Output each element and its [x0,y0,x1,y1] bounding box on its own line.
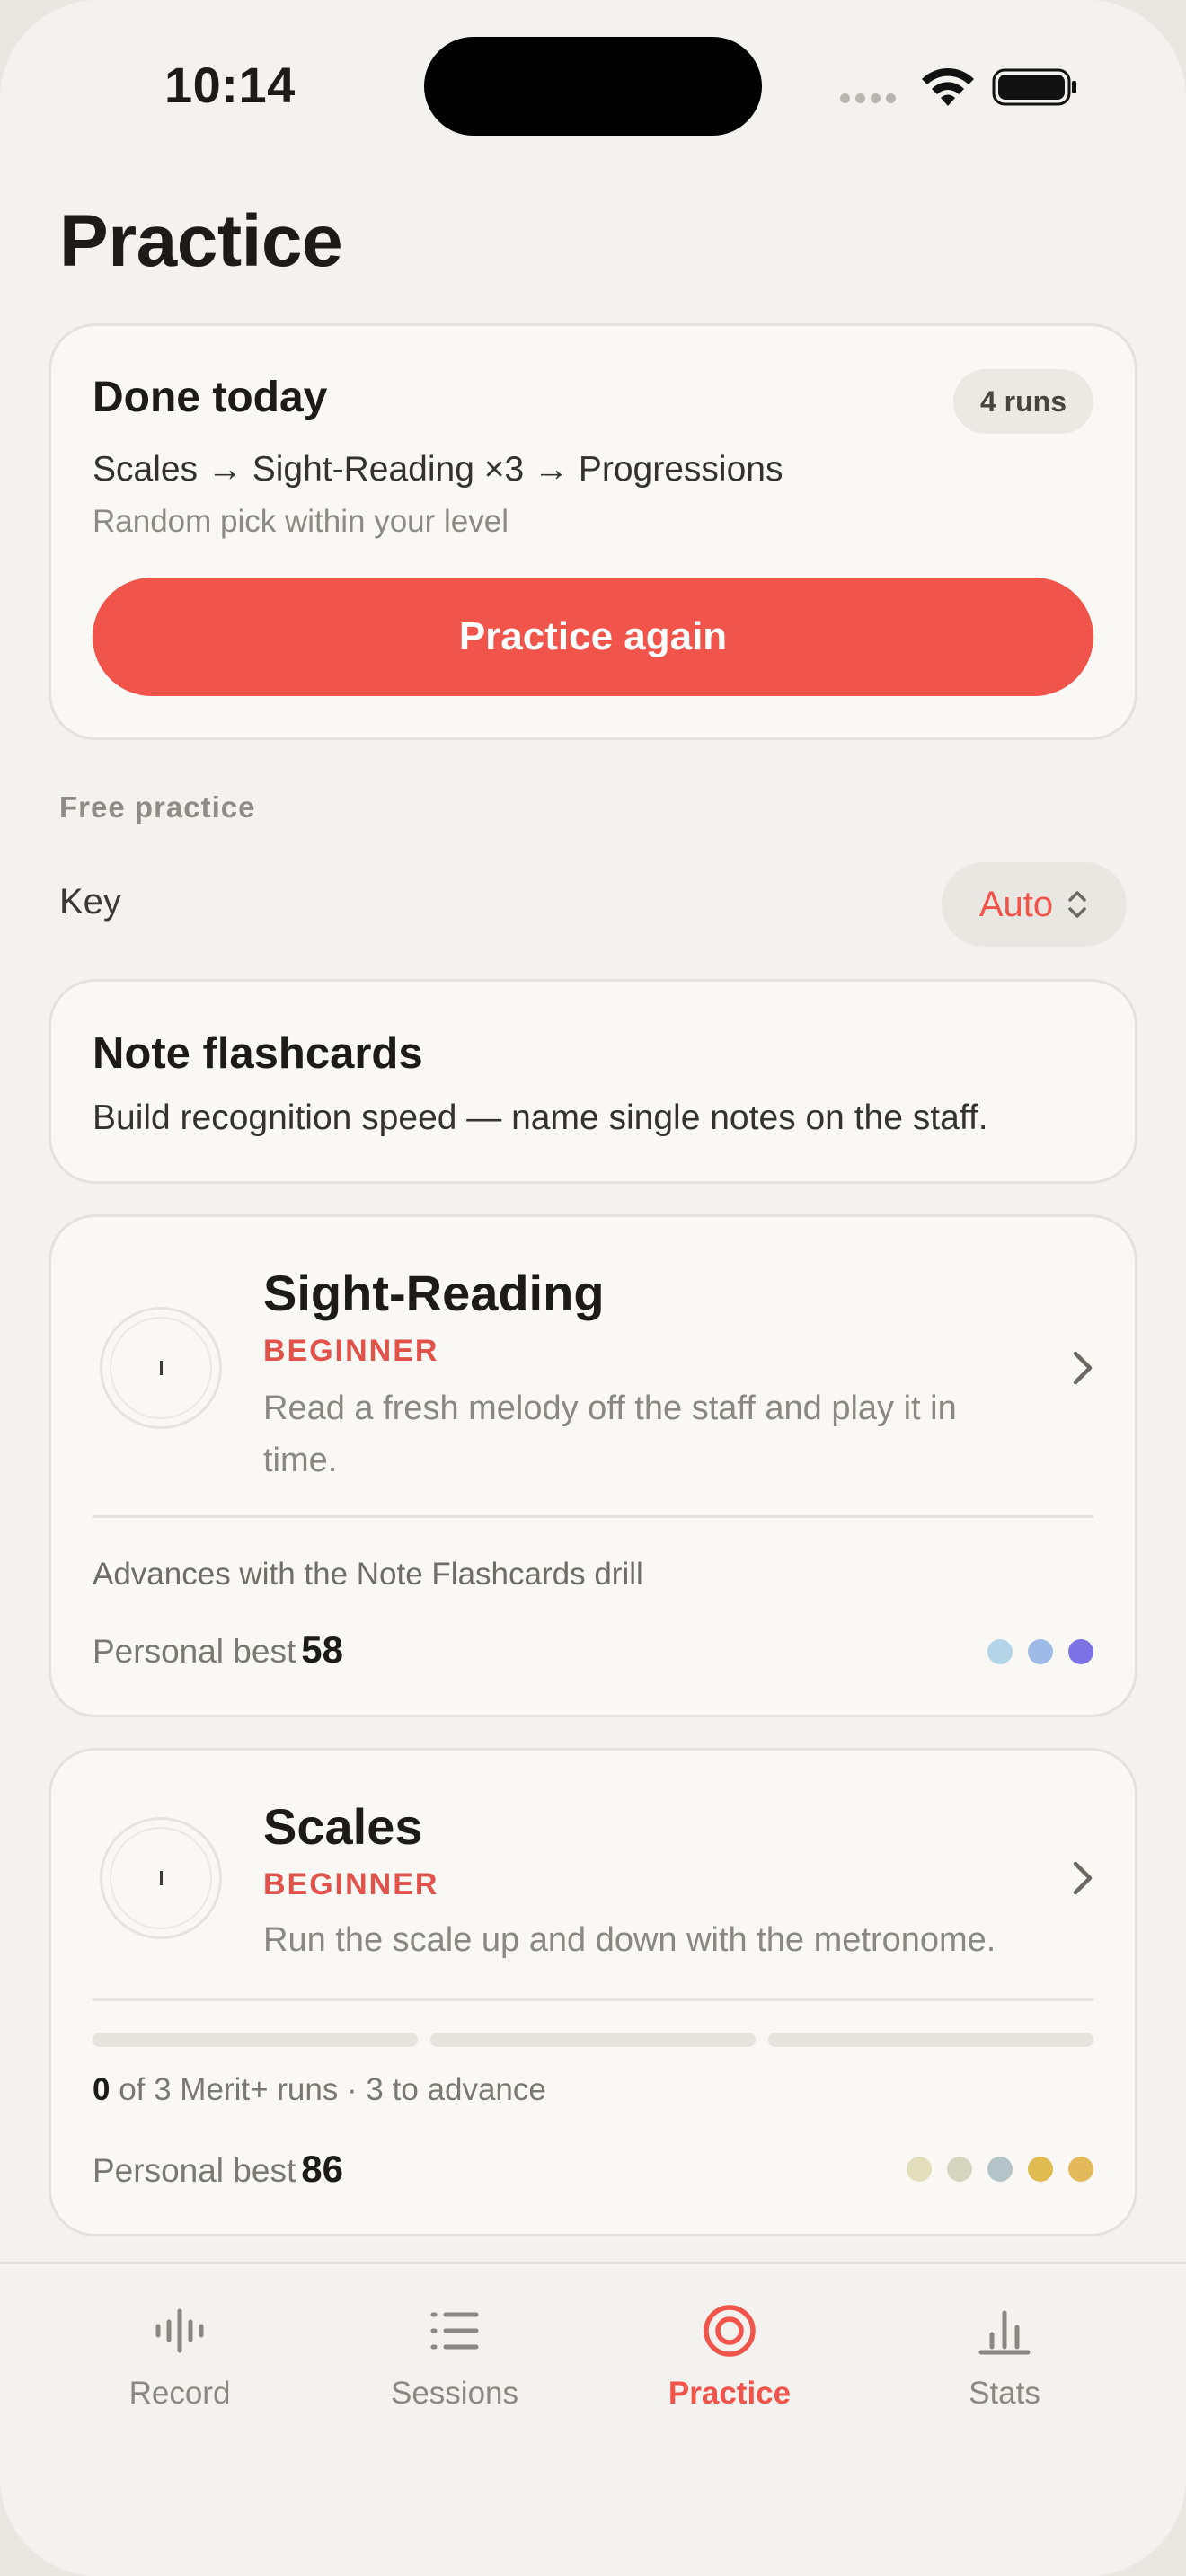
personal-best-value: 58 [301,1628,343,1671]
tab-label: Practice [668,2376,792,2411]
run-dot [1068,1639,1093,1664]
chevron-right-icon [1073,1861,1093,1895]
dynamic-island [424,37,762,136]
personal-best-value: 86 [301,2148,343,2190]
merit-count: 0 [93,2072,111,2107]
tab-sessions[interactable]: Sessions [356,2302,553,2412]
practice-again-button[interactable]: Practice again [93,578,1093,696]
scales-title: Scales [263,1798,423,1855]
runs-badge: 4 runs [952,369,1093,434]
divider [93,1515,1093,1518]
scales-level: BEGINNER [263,1867,439,1901]
tab-record[interactable]: Record [81,2302,279,2412]
status-time: 10:14 [164,57,296,113]
run-dot [987,2157,1013,2182]
tab-stats[interactable]: Stats [906,2302,1103,2412]
sight-reading-description: Read a fresh melody off the staff and pl… [263,1389,957,1479]
level-dial-icon [100,1817,222,1939]
scales-card[interactable]: Scales BEGINNER Run the scale up and dow… [49,1748,1137,2236]
tab-label: Record [128,2376,231,2411]
waveform-icon [155,2308,204,2353]
sight-reading-card[interactable]: Sight-Reading BEGINNER Read a fresh melo… [49,1214,1137,1717]
tab-label: Stats [969,2376,1040,2411]
run-dot [987,1639,1013,1664]
free-practice-section-label: Free practice [59,790,256,824]
recent-runs-dots [907,2157,1093,2182]
note-flashcards-title: Note flashcards [93,1029,423,1078]
merit-progress-label: of 3 Merit+ runs · 3 to advance [119,2072,546,2107]
progress-segment [768,2033,1093,2047]
phone-screen: 10:14 Practice Done today 4 runs Scales … [0,0,1186,2576]
level-dial-icon [100,1307,222,1429]
list-icon [430,2312,479,2350]
bar-chart-icon [978,2310,1031,2355]
note-flashcards-card[interactable]: Note flashcards Build recognition speed … [49,979,1137,1184]
merit-progress-text: 0 of 3 Merit+ runs · 3 to advance [93,2072,546,2108]
run-dot [947,2157,972,2182]
progress-segment [430,2033,756,2047]
key-select-value: Auto [978,884,1054,924]
chevron-right-icon [1073,1351,1093,1385]
run-dot [907,2157,932,2182]
tab-label: Sessions [390,2376,519,2411]
run-dot [1028,2157,1053,2182]
personal-best-label: Personal best [93,1633,296,1670]
done-today-note: Random pick within your level [93,504,509,539]
page-title: Practice [59,200,343,282]
done-today-sequence: Scales → Sight-Reading ×3 → Progressions [93,450,783,489]
tab-bar: Record Sessions Practice Stats [0,2262,1186,2576]
advance-note: Advances with the Note Flashcards drill [93,1557,643,1592]
sight-reading-title: Sight-Reading [263,1265,605,1321]
personal-best: Personal best 86 [93,2148,343,2191]
sight-reading-level: BEGINNER [263,1334,439,1368]
tab-practice[interactable]: Practice [631,2302,828,2412]
scales-description: Run the scale up and down with the metro… [263,1921,996,1959]
done-today-card: Done today 4 runs Scales → Sight-Reading… [49,323,1137,740]
battery-icon [992,68,1076,106]
progress-segment [93,2033,418,2047]
chevron-up-down-icon [1068,891,1086,918]
done-today-title: Done today [93,374,328,421]
personal-best: Personal best 58 [93,1628,343,1672]
key-select[interactable]: Auto [942,862,1127,947]
merit-progress-bar [93,2033,1093,2047]
key-label: Key [59,882,121,922]
run-dot [1068,2157,1093,2182]
note-flashcards-description: Build recognition speed — name single no… [93,1098,988,1137]
cellular-signal-icon [840,93,896,103]
target-icon [704,2305,756,2357]
wifi-icon [922,67,974,106]
personal-best-label: Personal best [93,2152,296,2189]
recent-runs-dots [987,1639,1093,1664]
run-dot [1028,1639,1053,1664]
divider [93,1998,1093,2001]
